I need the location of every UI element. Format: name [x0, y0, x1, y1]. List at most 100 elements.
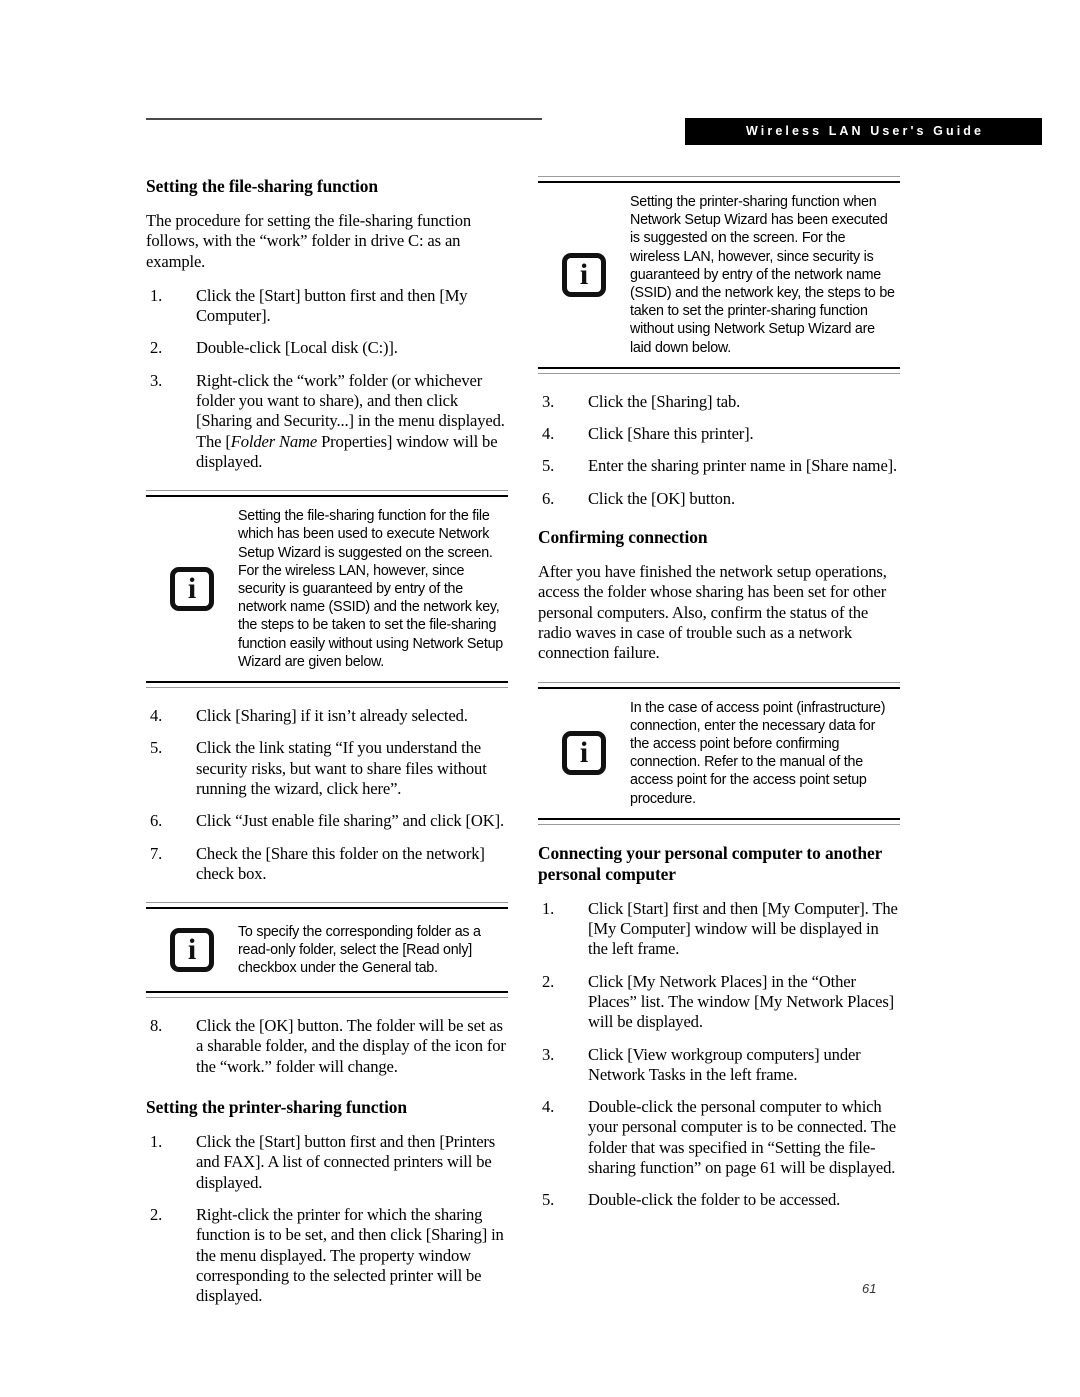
step-number: 6. [542, 488, 555, 508]
heading-setting-printer-sharing: Setting the printer-sharing function [146, 1097, 407, 1118]
info-icon-glyph: i [579, 736, 589, 770]
list-item: 5. Click the link stating “If you unders… [146, 738, 508, 799]
note-rule-top [146, 490, 508, 498]
note-box-file-sharing-wizard: i Setting the file-sharing function for … [146, 490, 508, 689]
note-icon-cell: i [538, 252, 630, 297]
step-number: 4. [150, 706, 163, 726]
page-number: 61 [862, 1281, 877, 1296]
step-text: Click the [OK] button. [588, 488, 735, 508]
step-number: 6. [150, 811, 163, 831]
paragraph-file-sharing-intro: The procedure for setting the file-shari… [146, 211, 472, 271]
list-item: 2. Right-click the printer for which the… [146, 1205, 508, 1306]
step-text: Click the [Start] button first and then … [196, 1132, 496, 1192]
info-icon-glyph: i [579, 257, 589, 291]
note-body: i Setting the file-sharing function for … [146, 497, 508, 681]
note-box-access-point: i In the case of access point (infrastru… [538, 681, 900, 825]
note-text: Setting the printer-sharing function whe… [630, 194, 895, 356]
right-column: i Setting the printer-sharing function w… [538, 176, 900, 1211]
step-text: Click the [Start] button first and then … [196, 285, 468, 326]
note-text: To specify the corresponding folder as a… [238, 923, 481, 977]
note-rule-bottom [538, 817, 900, 825]
steps-connecting-computers: 1. Click [Start] first and then [My Comp… [538, 899, 900, 1211]
list-item: 3. Right-click the “work” folder (or whi… [146, 371, 508, 472]
steps-file-sharing-3: 8. Click the [OK] button. The folder wil… [146, 1016, 508, 1077]
steps-printer-sharing-1: 1. Click the [Start] button first and th… [146, 1132, 508, 1306]
step-number: 2. [150, 338, 163, 358]
list-item: 3. Click the [Sharing] tab. [538, 392, 900, 412]
list-item: 2. Click [My Network Places] in the “Oth… [538, 972, 900, 1033]
step-number: 3. [150, 370, 163, 390]
step-number: 5. [542, 1190, 555, 1210]
paragraph-confirming-connection: After you have finished the network setu… [538, 562, 887, 663]
step-text: Double-click the folder to be accessed. [588, 1190, 841, 1210]
step-number: 1. [150, 1132, 163, 1152]
info-icon-glyph: i [187, 572, 197, 606]
note-icon-cell: i [146, 567, 238, 612]
step-text: Double-click [Local disk (C:)]. [196, 338, 398, 358]
info-icon: i [562, 252, 606, 297]
steps-file-sharing-1: 1. Click the [Start] button first and th… [146, 286, 508, 472]
note-icon-cell: i [146, 928, 238, 973]
step-text: Click the link stating “If you understan… [196, 738, 487, 798]
header-banner-title: Wireless LAN User's Guide [746, 124, 985, 138]
step-text: Right-click the printer for which the sh… [196, 1204, 504, 1306]
step-number: 4. [542, 424, 555, 444]
step-text-italic: Folder Name [230, 431, 318, 451]
step-text: Double-click the personal computer to wh… [588, 1097, 896, 1177]
step-text: Click [Share this printer]. [588, 424, 754, 444]
step-number: 3. [542, 1044, 555, 1064]
step-number: 3. [542, 391, 555, 411]
note-rule-bottom [146, 681, 508, 689]
note-rule-top [538, 681, 900, 689]
page-header: Wireless LAN User's Guide [146, 118, 1042, 150]
heading-setting-file-sharing: Setting the file-sharing function [146, 176, 378, 196]
note-rule-top [146, 902, 508, 910]
note-box-read-only: i To specify the corresponding folder as… [146, 902, 508, 999]
note-rule-bottom [146, 991, 508, 999]
list-item: 5. Enter the sharing printer name in [Sh… [538, 456, 900, 476]
list-item: 4. Click [Sharing] if it isn’t already s… [146, 706, 508, 726]
step-text: Enter the sharing printer name in [Share… [588, 456, 898, 476]
list-item: 2. Double-click [Local disk (C:)]. [146, 338, 508, 358]
step-text: Click “Just enable file sharing” and cli… [196, 811, 504, 831]
step-text: Click the [OK] button. The folder will b… [196, 1016, 506, 1076]
note-body: i To specify the corresponding folder as… [146, 909, 508, 991]
step-number: 8. [150, 1016, 163, 1036]
list-item: 1. Click the [Start] button first and th… [146, 286, 508, 327]
list-item: 5. Double-click the folder to be accesse… [538, 1190, 900, 1210]
header-rule [146, 118, 542, 120]
list-item: 6. Click the [OK] button. [538, 489, 900, 509]
left-column: Setting the file-sharing function The pr… [146, 176, 508, 1306]
document-page: Wireless LAN User's Guide Setting the fi… [0, 0, 1080, 1397]
step-number: 7. [150, 843, 163, 863]
note-text: In the case of access point (infrastruct… [630, 699, 886, 807]
info-icon: i [170, 928, 214, 973]
info-icon: i [170, 567, 214, 612]
step-text: Click the [Sharing] tab. [588, 391, 741, 411]
list-item: 1. Click the [Start] button first and th… [146, 1132, 508, 1193]
note-box-printer-sharing-wizard: i Setting the printer-sharing function w… [538, 176, 900, 374]
list-item: 4. Double-click the personal computer to… [538, 1097, 900, 1178]
steps-file-sharing-2: 4. Click [Sharing] if it isn’t already s… [146, 706, 508, 884]
header-banner: Wireless LAN User's Guide [685, 118, 1042, 145]
list-item: 6. Click “Just enable file sharing” and … [146, 811, 508, 831]
note-rule-bottom [538, 366, 900, 374]
note-text: Setting the file-sharing function for th… [238, 508, 504, 670]
list-item: 1. Click [Start] first and then [My Comp… [538, 899, 900, 960]
step-number: 5. [542, 456, 555, 476]
step-text: Click [View workgroup computers] under N… [588, 1044, 861, 1084]
step-number: 1. [542, 898, 555, 918]
info-icon-glyph: i [187, 933, 197, 967]
note-body: i Setting the printer-sharing function w… [538, 183, 900, 367]
steps-printer-sharing-2: 3. Click the [Sharing] tab. 4. Click [Sh… [538, 392, 900, 509]
step-number: 2. [542, 971, 555, 991]
info-icon: i [562, 731, 606, 776]
step-text: Click [Start] first and then [My Compute… [588, 898, 898, 959]
step-text: Check the [Share this folder on the netw… [196, 843, 485, 883]
step-number: 5. [150, 738, 163, 758]
list-item: 3. Click [View workgroup computers] unde… [538, 1045, 900, 1086]
step-number: 4. [542, 1097, 555, 1117]
heading-connecting-computers: Connecting your personal computer to ano… [538, 842, 882, 884]
list-item: 8. Click the [OK] button. The folder wil… [146, 1016, 508, 1077]
step-number: 2. [150, 1204, 163, 1224]
